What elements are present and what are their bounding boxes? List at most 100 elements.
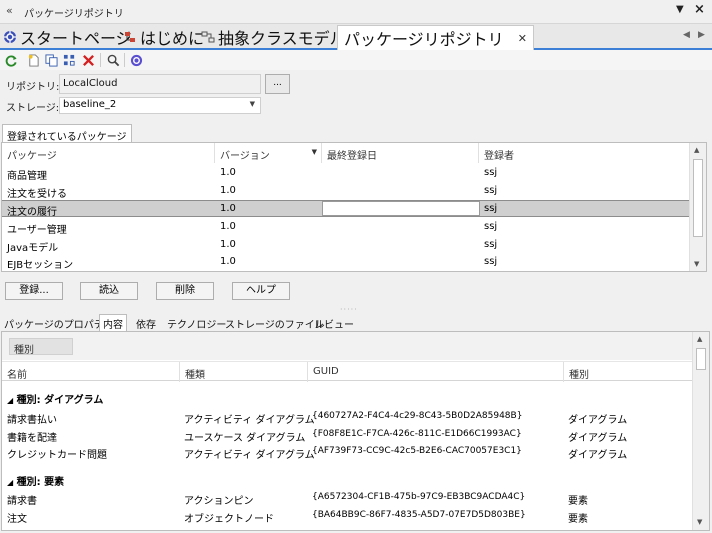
item-name: クレジットカード問題 bbox=[7, 450, 107, 461]
item-type: ダイアグラム bbox=[568, 450, 628, 461]
refresh-icon[interactable] bbox=[3, 52, 19, 68]
item-guid: {AF739F73-CC9C-42c5-B2E6-CAC70057E3C1} bbox=[312, 446, 522, 456]
package-diagram-icon bbox=[122, 29, 138, 45]
class-diagram-icon bbox=[200, 29, 216, 45]
start-page-icon bbox=[2, 29, 18, 45]
chevron-down-icon: ▼ bbox=[249, 100, 255, 108]
item-kind: アクティビティ ダイアグラム bbox=[184, 450, 315, 461]
tab-close-icon[interactable]: ✕ bbox=[518, 32, 527, 45]
search-icon[interactable] bbox=[105, 52, 121, 68]
repository-field[interactable]: LocalCloud bbox=[59, 74, 261, 94]
dropdown-icon[interactable]: ▼ bbox=[676, 4, 684, 15]
tab-label: 抽象クラスモデル bbox=[218, 29, 346, 48]
item-kind: アクティビティ ダイアグラム bbox=[184, 415, 315, 426]
scroll-down-icon[interactable]: ▼ bbox=[694, 260, 699, 268]
scroll-up-icon[interactable]: ▲ bbox=[697, 335, 702, 343]
new-icon[interactable] bbox=[25, 52, 41, 68]
package-cell: 商品管理 bbox=[7, 171, 47, 182]
column-header-kind[interactable]: 種類 bbox=[180, 362, 308, 382]
register-button[interactable]: 登録... bbox=[5, 282, 63, 300]
group-header-diagrams[interactable]: ◢ 種別: ダイアグラム bbox=[7, 391, 103, 406]
tab-dependencies[interactable]: 依存 bbox=[136, 316, 156, 331]
tab-package-properties[interactable]: パッケージのプロパティ bbox=[4, 316, 113, 331]
item-kind: ユースケース ダイアグラム bbox=[184, 433, 306, 444]
user-cell: ssj bbox=[484, 239, 498, 250]
list-item[interactable]: 書籍を配達 ユースケース ダイアグラム {F08F8E1C-F7CA-426c-… bbox=[2, 427, 693, 444]
tab-contents[interactable]: 内容 bbox=[99, 314, 127, 331]
tab-introduction[interactable]: はじめに bbox=[122, 25, 204, 49]
registered-packages-tab[interactable]: 登録されているパッケージ bbox=[2, 124, 132, 143]
collapse-icon[interactable]: « bbox=[6, 4, 13, 17]
scroll-up-icon[interactable]: ▲ bbox=[694, 146, 699, 154]
help-icon[interactable] bbox=[128, 52, 144, 68]
list-item[interactable]: 請求書 アクションピン {A6572304-CF1B-475b-97C9-EB3… bbox=[2, 490, 693, 507]
column-header-package[interactable]: パッケージ bbox=[2, 143, 215, 163]
tab-label: はじめに bbox=[140, 29, 205, 48]
item-name: 請求書 bbox=[7, 496, 37, 507]
tab-start-page[interactable]: スタートページ bbox=[2, 25, 132, 49]
help-button[interactable]: ヘルプ bbox=[232, 282, 290, 300]
splitter-grip[interactable]: ····· bbox=[340, 305, 358, 314]
version-cell: 1.0 bbox=[220, 185, 236, 196]
package-cell: ユーザー管理 bbox=[7, 225, 67, 236]
date-edit-field[interactable] bbox=[322, 201, 480, 216]
scrollbar-thumb[interactable] bbox=[693, 159, 703, 237]
version-cell: 1.0 bbox=[220, 256, 236, 267]
window-title: パッケージリポジトリ bbox=[24, 9, 124, 20]
tab-technology[interactable]: テクノロジー bbox=[167, 316, 226, 331]
group-by-chip[interactable]: 種別 bbox=[9, 338, 73, 356]
group-title: 種別: 要素 bbox=[16, 477, 65, 488]
contents-scrollbar[interactable]: ▲ ▼ bbox=[692, 332, 709, 530]
delete-icon[interactable] bbox=[80, 52, 96, 68]
tab-review[interactable]: レビュー bbox=[314, 316, 354, 331]
tab-storage-files[interactable]: ストレージのファイル bbox=[225, 316, 325, 331]
delete-button[interactable]: 削除 bbox=[156, 282, 214, 300]
tab-scroll-right-icon[interactable]: ▶ bbox=[698, 30, 705, 40]
storage-select[interactable]: baseline_2 ▼ bbox=[59, 97, 261, 114]
list-item[interactable]: 注文 オブジェクトノード {BA64BB9C-86F7-4835-A5D7-07… bbox=[2, 508, 693, 525]
window-titlebar: « パッケージリポジトリ ▼ × bbox=[0, 0, 712, 24]
version-cell: 1.0 bbox=[220, 239, 236, 250]
user-cell: ssj bbox=[484, 256, 498, 267]
list-item[interactable]: クレジットカード問題 アクティビティ ダイアグラム {AF739F73-CC9C… bbox=[2, 444, 693, 461]
table-row-selected[interactable]: 注文の履行 1.0 ssj bbox=[2, 200, 691, 218]
item-guid: {F08F8E1C-F7CA-426c-811C-E1D66C1993AC} bbox=[312, 429, 522, 439]
table-row[interactable]: Javaモデル 1.0 ssj bbox=[2, 236, 691, 254]
table-row[interactable]: EJBセッション 1.0 ssj bbox=[2, 253, 691, 271]
browse-button[interactable]: ... bbox=[265, 74, 290, 94]
close-icon[interactable]: × bbox=[694, 2, 705, 17]
toolbar bbox=[0, 50, 712, 70]
load-button[interactable]: 読込 bbox=[80, 282, 138, 300]
registered-scrollbar[interactable]: ▲ ▼ bbox=[689, 143, 706, 271]
column-header-type[interactable]: 種別 bbox=[564, 362, 693, 382]
expand-triangle-icon[interactable]: ◢ bbox=[7, 396, 13, 405]
registered-packages-grid: パッケージ バージョン ▼ 最終登録日 登録者 商品管理 1.0 ssj 注文を… bbox=[1, 142, 707, 272]
table-row[interactable]: 注文を受ける 1.0 ssj bbox=[2, 182, 691, 200]
column-header-registered-by[interactable]: 登録者 bbox=[479, 143, 691, 163]
version-cell: 1.0 bbox=[220, 203, 236, 214]
grid-header: パッケージ バージョン ▼ 最終登録日 登録者 bbox=[2, 143, 691, 163]
list-item[interactable]: 請求書払い アクティビティ ダイアグラム {460727A2-F4C4-4c29… bbox=[2, 409, 693, 426]
item-name: 請求書払い bbox=[7, 415, 57, 426]
package-cell: EJBセッション bbox=[7, 260, 74, 271]
version-cell: 1.0 bbox=[220, 167, 236, 178]
group-header-elements[interactable]: ◢ 種別: 要素 bbox=[7, 473, 64, 488]
table-row[interactable]: ユーザー管理 1.0 ssj bbox=[2, 218, 691, 236]
column-header-guid[interactable]: GUID bbox=[308, 362, 564, 382]
tab-abstract-class-model[interactable]: 抽象クラスモデル bbox=[200, 25, 346, 49]
group-title: 種別: ダイアグラム bbox=[16, 395, 104, 406]
copy-icon[interactable] bbox=[43, 52, 59, 68]
tab-package-repository[interactable]: パッケージリポジトリ ✕ bbox=[337, 25, 534, 50]
storage-select-value: baseline_2 bbox=[63, 99, 117, 110]
column-header-last-registered[interactable]: 最終登録日 bbox=[322, 143, 479, 163]
expand-triangle-icon[interactable]: ◢ bbox=[7, 478, 13, 487]
item-type: ダイアグラム bbox=[568, 415, 628, 426]
scroll-down-icon[interactable]: ▼ bbox=[697, 518, 702, 526]
scrollbar-thumb[interactable] bbox=[696, 348, 706, 370]
tab-scroll-left-icon[interactable]: ◀ bbox=[683, 30, 690, 40]
column-header-name[interactable]: 名前 bbox=[2, 362, 180, 382]
select-icon[interactable] bbox=[61, 52, 77, 68]
column-header-version[interactable]: バージョン ▼ bbox=[215, 143, 322, 163]
item-kind: オブジェクトノード bbox=[184, 514, 274, 525]
table-row[interactable]: 商品管理 1.0 ssj bbox=[2, 164, 691, 182]
